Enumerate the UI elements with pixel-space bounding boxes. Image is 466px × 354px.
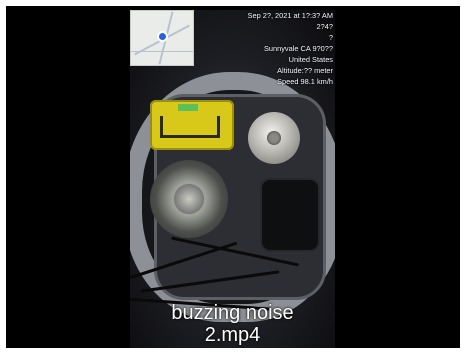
- map-road: [131, 51, 193, 52]
- airbag-connector-module: [150, 100, 234, 150]
- module-label: [178, 104, 198, 111]
- wire-connector: [260, 178, 320, 252]
- overlay-line2: 2?4?: [316, 22, 333, 31]
- location-map-thumbnail: [130, 10, 194, 66]
- overlay-country: United States: [288, 55, 333, 64]
- overlay-city: Sunnyvale CA 9?0??: [263, 44, 333, 53]
- overlay-speed: Speed 98.1 km/h: [277, 77, 333, 86]
- location-pin-icon: [157, 31, 168, 42]
- overlay-line3: ?: [328, 33, 333, 42]
- overlay-altitude: Altitude:?? meter: [277, 66, 333, 75]
- module-bracket: [160, 116, 220, 138]
- clock-spring: [150, 160, 228, 238]
- horn-contact-disc: [248, 112, 300, 164]
- caption-line-2: 2.mp4: [204, 324, 261, 346]
- caption-line-1: buzzing noise: [171, 302, 294, 324]
- overlay-datetime: Sep 2?, 2021 at 1?:3? AM: [247, 11, 333, 20]
- video-caption: buzzing noise 2.mp4: [130, 302, 335, 346]
- gps-overlay: Sep 2?, 2021 at 1?:3? AM 2?4? ? Sunnyval…: [200, 10, 333, 87]
